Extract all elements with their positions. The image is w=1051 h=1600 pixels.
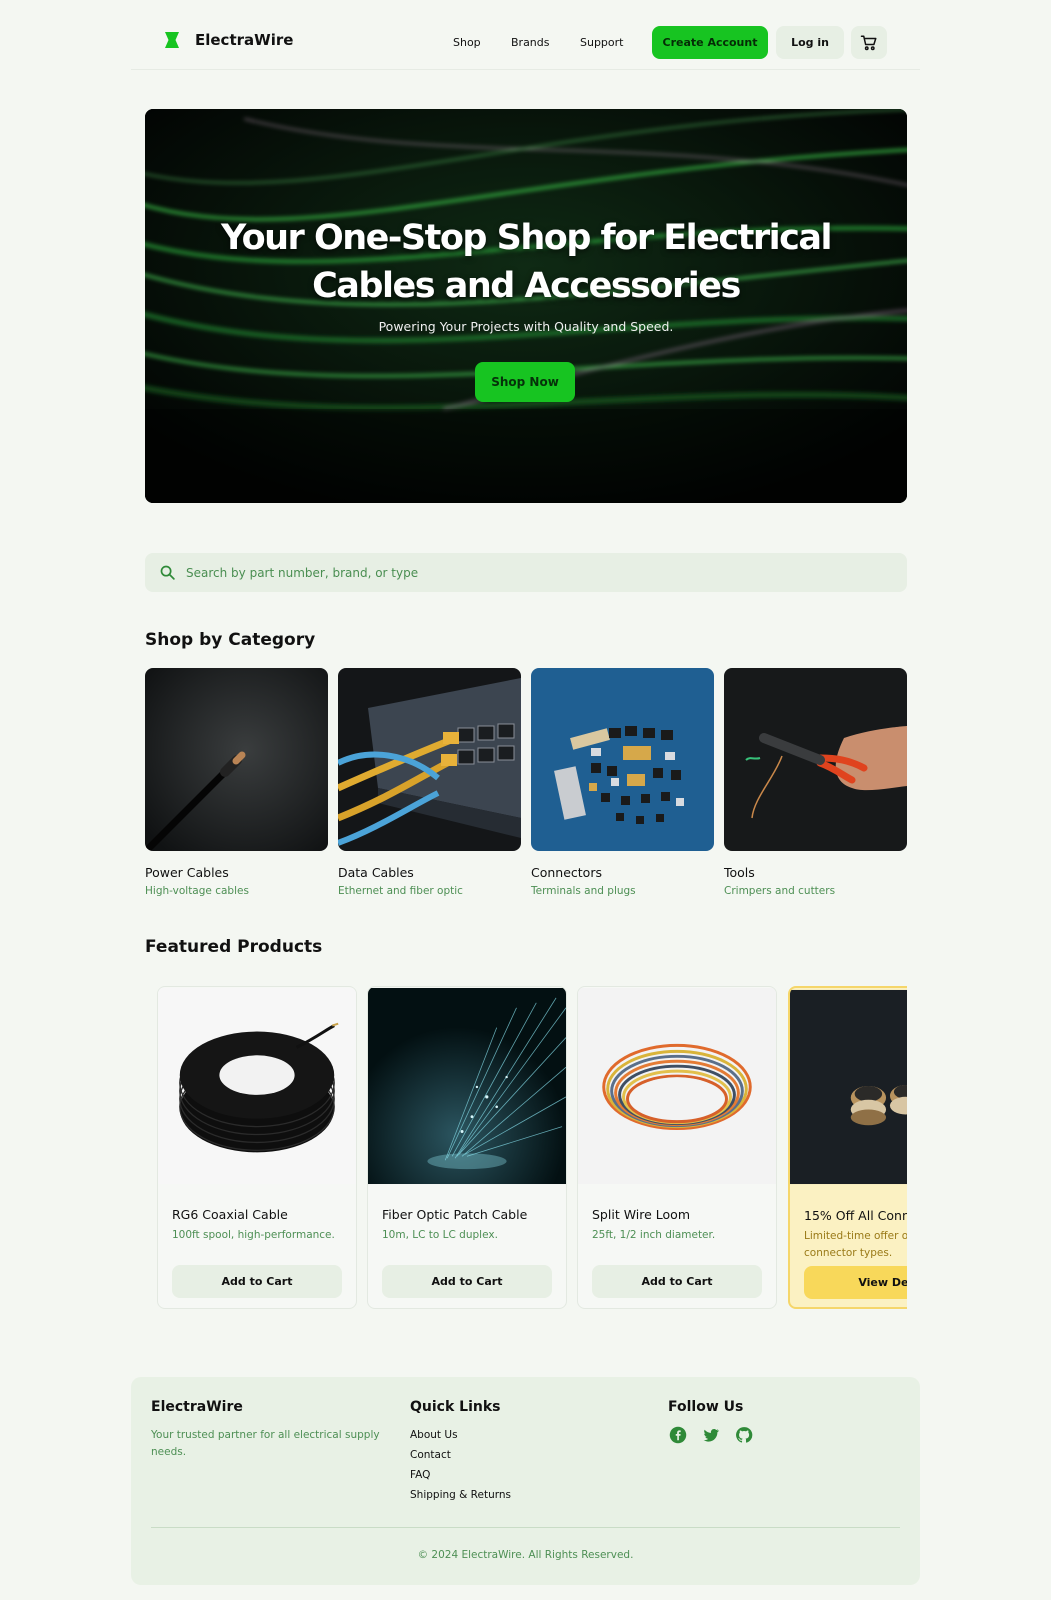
product-card: Split Wire Loom 25ft, 1/2 inch diameter.… [577, 986, 777, 1309]
product-card: Fiber Optic Patch Cable 10m, LC to LC du… [367, 986, 567, 1309]
product-image [578, 987, 776, 1185]
site-header: ElectraWire Shop Brands Support Create A… [131, 0, 920, 70]
category-image [338, 668, 521, 851]
shop-now-button[interactable]: Shop Now [475, 362, 575, 402]
quick-links-list: About Us Contact FAQ Shipping & Returns [410, 1425, 511, 1505]
cart-icon [860, 35, 877, 50]
category-name: Connectors [531, 865, 602, 880]
add-to-cart-button[interactable]: Add to Cart [592, 1265, 762, 1298]
product-description: Limited-time offer on all connector type… [804, 1230, 907, 1259]
quick-links-heading: Quick Links [410, 1399, 501, 1415]
category-description: Crimpers and cutters [724, 885, 836, 897]
category-card-power-cables[interactable]: Power Cables High-voltage cables [145, 668, 328, 897]
logo-icon [165, 32, 179, 48]
product-description: 100ft spool, high-performance. [172, 1229, 335, 1241]
hero-title: Your One-Stop Shop for Electrical Cables… [220, 218, 833, 306]
deal-card: 15% Off All Connectors Limited-time offe… [788, 986, 907, 1309]
footer-link-contact[interactable]: Contact [410, 1445, 511, 1465]
github-icon[interactable] [734, 1425, 754, 1445]
footer-brand: ElectraWire [151, 1399, 243, 1415]
site-footer: ElectraWire Your trusted partner for all… [131, 1377, 920, 1585]
product-name: Split Wire Loom [592, 1207, 690, 1222]
twitter-icon[interactable] [701, 1425, 721, 1445]
product-description: 10m, LC to LC duplex. [382, 1229, 498, 1241]
category-image [145, 668, 328, 851]
cart-button[interactable] [851, 26, 887, 59]
product-name: RG6 Coaxial Cable [172, 1207, 288, 1222]
create-account-button[interactable]: Create Account [652, 26, 768, 59]
add-to-cart-button[interactable]: Add to Cart [172, 1265, 342, 1298]
footer-link-shipping[interactable]: Shipping & Returns [410, 1485, 511, 1505]
search-bar [145, 553, 907, 592]
social-links [668, 1425, 754, 1445]
nav-brands[interactable]: Brands [511, 36, 550, 49]
product-description: 25ft, 1/2 inch diameter. [592, 1229, 716, 1241]
category-card-data-cables[interactable]: Data Cables Ethernet and fiber optic [338, 668, 521, 897]
nav-shop[interactable]: Shop [453, 36, 481, 49]
product-name: Fiber Optic Patch Cable [382, 1207, 528, 1222]
follow-us-heading: Follow Us [668, 1399, 744, 1415]
facebook-icon[interactable] [668, 1425, 688, 1445]
footer-link-about[interactable]: About Us [410, 1425, 511, 1445]
login-button[interactable]: Log in [776, 26, 844, 59]
hero-subtitle: Powering Your Projects with Quality and … [378, 319, 674, 334]
footer-divider [151, 1527, 900, 1528]
categories-heading: Shop by Category [145, 630, 316, 650]
category-card-connectors[interactable]: Connectors Terminals and plugs [531, 668, 714, 897]
category-description: Terminals and plugs [531, 885, 636, 897]
brand-logo[interactable]: ElectraWire [165, 31, 293, 49]
footer-link-faq[interactable]: FAQ [410, 1465, 511, 1485]
product-image [790, 989, 907, 1185]
category-description: High-voltage cables [145, 885, 249, 897]
search-icon [159, 564, 176, 581]
category-description: Ethernet and fiber optic [338, 885, 463, 897]
featured-heading: Featured Products [145, 937, 323, 957]
brand-name: ElectraWire [195, 31, 294, 49]
add-to-cart-button[interactable]: Add to Cart [382, 1265, 552, 1298]
category-name: Tools [724, 865, 755, 880]
product-name: 15% Off All Connectors [804, 1208, 907, 1223]
nav-support[interactable]: Support [580, 36, 623, 49]
category-image [531, 668, 714, 851]
category-name: Power Cables [145, 865, 229, 880]
category-card-tools[interactable]: Tools Crimpers and cutters [724, 668, 907, 897]
copyright: © 2024 ElectraWire. All Rights Reserved. [417, 1549, 634, 1561]
footer-tagline: Your trusted partner for all electrical … [151, 1429, 380, 1458]
search-input[interactable] [186, 565, 836, 580]
product-card: RG6 Coaxial Cable 100ft spool, high-perf… [157, 986, 357, 1309]
product-image [158, 987, 356, 1185]
view-deal-button[interactable]: View Deal [804, 1266, 907, 1299]
featured-products-carousel[interactable]: RG6 Coaxial Cable 100ft spool, high-perf… [145, 975, 907, 1325]
hero-banner: Your One-Stop Shop for Electrical Cables… [145, 109, 907, 503]
product-image [368, 987, 566, 1185]
category-name: Data Cables [338, 865, 414, 880]
category-image [724, 668, 907, 851]
